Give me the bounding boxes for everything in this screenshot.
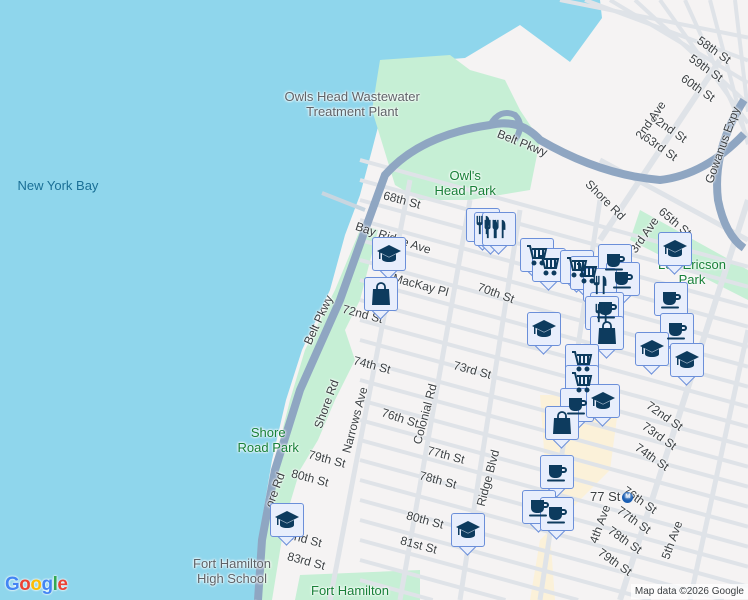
- park-label: Owl's Head Park: [434, 168, 496, 198]
- subway-icon: M: [622, 492, 634, 504]
- google-logo: Google: [5, 574, 68, 595]
- water-label-new-york-bay: New York Bay: [17, 177, 99, 193]
- map-attribution[interactable]: Map data ©2026 Google: [630, 584, 748, 599]
- poi-label: Fort Hamilton High School: [193, 556, 272, 586]
- school-marker[interactable]: [527, 312, 561, 356]
- school-icon: [527, 312, 561, 346]
- shopping-bag-marker[interactable]: [364, 277, 398, 321]
- park-label: Fort Hamilton: [311, 582, 390, 598]
- school-marker[interactable]: [635, 332, 669, 376]
- school-marker[interactable]: [451, 513, 485, 557]
- cart-icon: [532, 248, 566, 282]
- coffee-icon: [606, 262, 640, 296]
- school-marker[interactable]: [670, 343, 704, 387]
- school-marker[interactable]: [270, 503, 304, 547]
- school-icon: [451, 513, 485, 547]
- coffee-icon: [540, 455, 574, 489]
- park-label: Shore Road Park: [237, 425, 299, 455]
- school-icon: [270, 503, 304, 537]
- restaurant-marker[interactable]: [482, 212, 516, 256]
- coffee-icon: [654, 282, 688, 316]
- school-marker[interactable]: [658, 232, 692, 276]
- coffee-marker[interactable]: [540, 497, 574, 541]
- school-icon: [670, 343, 704, 377]
- shopping-bag-icon: [590, 316, 624, 350]
- school-icon: [586, 384, 620, 418]
- transit-station-label: 77 St M: [590, 489, 634, 504]
- shopping-bag-icon: [364, 277, 398, 311]
- school-marker[interactable]: [372, 237, 406, 281]
- school-icon: [372, 237, 406, 271]
- coffee-icon: [540, 497, 574, 531]
- restaurant-icon: [482, 212, 516, 246]
- school-icon: [635, 332, 669, 366]
- coffee-icon: [660, 313, 694, 347]
- school-marker[interactable]: [586, 384, 620, 428]
- poi-label: Owls Head Wastewater Treatment Plant: [284, 89, 420, 119]
- school-icon: [658, 232, 692, 266]
